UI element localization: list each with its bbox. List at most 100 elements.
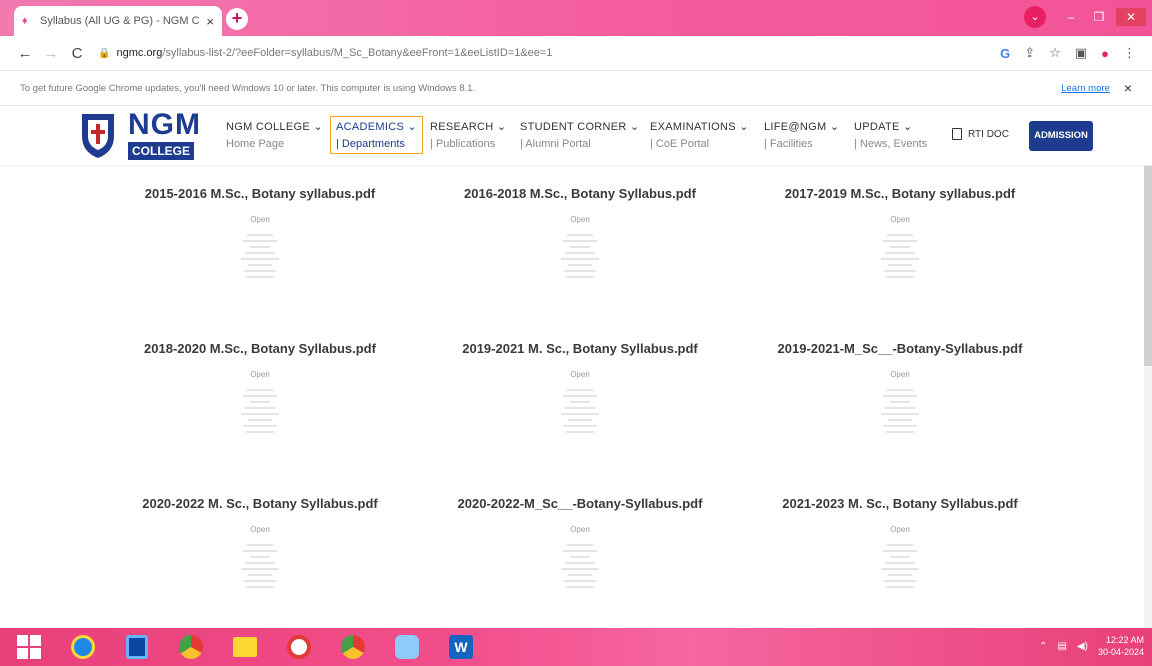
open-file-link[interactable]: Open bbox=[890, 370, 910, 379]
network-icon[interactable]: ▤ bbox=[1057, 641, 1066, 652]
open-file-link[interactable]: Open bbox=[250, 215, 270, 224]
bookmark-star-icon[interactable]: ☆ bbox=[1049, 45, 1061, 61]
clock-time: 12:22 AM bbox=[1105, 635, 1144, 645]
chevron-down-icon: ⌄ bbox=[829, 121, 840, 133]
close-window-icon[interactable]: ✕ bbox=[1116, 8, 1146, 26]
pdf-preview-thumbnail[interactable] bbox=[240, 389, 280, 449]
nav-academics[interactable]: ACADEMICS ⌄ | Departments bbox=[330, 116, 423, 154]
browser-tab[interactable]: ♦ Syllabus (All UG & PG) - NGM C × bbox=[14, 6, 222, 36]
college-crest-icon[interactable] bbox=[76, 110, 120, 160]
nav-research[interactable]: RESEARCH ⌄ | Publications bbox=[430, 120, 506, 150]
document-icon bbox=[952, 128, 962, 140]
file-grid: 2015-2016 M.Sc., Botany syllabus.pdf Open… bbox=[100, 166, 1060, 628]
nav-student-corner[interactable]: STUDENT CORNER ⌄ | Alumni Portal bbox=[520, 120, 640, 150]
file-name[interactable]: 2018-2020 M.Sc., Botany Syllabus.pdf bbox=[144, 341, 376, 356]
logo-college-badge[interactable]: COLLEGE bbox=[128, 142, 194, 160]
taskbar-clock[interactable]: 12:22 AM 30-04-2024 bbox=[1098, 634, 1144, 658]
pdf-preview-thumbnail[interactable] bbox=[560, 234, 600, 294]
pdf-preview-thumbnail[interactable] bbox=[560, 544, 600, 604]
file-name[interactable]: 2019-2021-M_Sc__-Botany-Syllabus.pdf bbox=[778, 341, 1023, 356]
volume-icon[interactable]: ◀) bbox=[1077, 641, 1088, 652]
pdf-preview-thumbnail[interactable] bbox=[880, 234, 920, 294]
taskbar-chrome[interactable] bbox=[176, 632, 206, 662]
chevron-down-icon: ⌄ bbox=[313, 121, 323, 133]
file-name[interactable]: 2020-2022 M. Sc., Botany Syllabus.pdf bbox=[142, 496, 378, 511]
forward-button[interactable]: → bbox=[38, 45, 64, 62]
nav-research-sub[interactable]: | Publications bbox=[430, 138, 506, 150]
pdf-preview-thumbnail[interactable] bbox=[240, 234, 280, 294]
nav-ngm-college[interactable]: NGM COLLEGE ⌄ Home Page bbox=[226, 120, 323, 150]
pdf-preview-thumbnail[interactable] bbox=[880, 389, 920, 449]
taskbar-paint[interactable] bbox=[392, 632, 422, 662]
word-icon: W bbox=[449, 635, 473, 659]
pdf-preview-thumbnail[interactable] bbox=[240, 544, 280, 604]
file-name[interactable]: 2017-2019 M.Sc., Botany syllabus.pdf bbox=[785, 186, 1015, 201]
url-field[interactable]: 🔒 ngmc.org /syllabus-list-2/?eeFolder=sy… bbox=[98, 47, 1000, 59]
windows-logo-icon bbox=[17, 635, 41, 659]
minimize-icon[interactable]: – bbox=[1060, 8, 1082, 26]
side-panel-icon[interactable]: ▣ bbox=[1075, 45, 1087, 61]
pdf-preview-thumbnail[interactable] bbox=[560, 389, 600, 449]
open-file-link[interactable]: Open bbox=[570, 370, 590, 379]
taskbar-internet-explorer[interactable] bbox=[68, 632, 98, 662]
open-file-link[interactable]: Open bbox=[250, 370, 270, 379]
nav-update-sub[interactable]: | News, Events bbox=[854, 138, 927, 150]
chevron-down-icon: ⌄ bbox=[630, 121, 640, 133]
nav-update[interactable]: UPDATE ⌄ | News, Events bbox=[854, 120, 927, 150]
file-name[interactable]: 2015-2016 M.Sc., Botany syllabus.pdf bbox=[145, 186, 375, 201]
open-file-link[interactable]: Open bbox=[890, 525, 910, 534]
reload-button[interactable]: C bbox=[64, 45, 90, 62]
taskbar-opera[interactable] bbox=[284, 632, 314, 662]
system-tray: ⌃ ▤ ◀) 12:22 AM 30-04-2024 bbox=[1039, 634, 1144, 658]
taskbar-media-player[interactable] bbox=[122, 632, 152, 662]
url-host: ngmc.org bbox=[116, 47, 163, 59]
lock-icon[interactable]: 🔒 bbox=[98, 48, 110, 59]
learn-more-link[interactable]: Learn more bbox=[1061, 83, 1110, 94]
infobar-close-icon[interactable]: × bbox=[1124, 80, 1132, 96]
chrome-icon bbox=[341, 635, 365, 659]
chrome-update-infobar: To get future Google Chrome updates, you… bbox=[0, 70, 1152, 106]
file-name[interactable]: 2021-2023 M. Sc., Botany Syllabus.pdf bbox=[782, 496, 1018, 511]
google-translate-icon[interactable]: G bbox=[1000, 46, 1010, 61]
chrome-menu-icon[interactable]: ⋮ bbox=[1123, 45, 1136, 61]
tray-expand-icon[interactable]: ⌃ bbox=[1039, 641, 1047, 652]
profile-icon[interactable]: ● bbox=[1101, 46, 1109, 61]
tab-title: Syllabus (All UG & PG) - NGM C bbox=[40, 15, 200, 27]
clock-date: 30-04-2024 bbox=[1097, 647, 1144, 657]
pdf-preview-thumbnail[interactable] bbox=[880, 544, 920, 604]
open-file-link[interactable]: Open bbox=[570, 215, 590, 224]
nav-examinations[interactable]: EXAMINATIONS ⌄ | CoE Portal bbox=[650, 120, 749, 150]
logo-ngm-text[interactable]: NGM bbox=[128, 110, 201, 140]
file-name[interactable]: 2020-2022-M_Sc__-Botany-Syllabus.pdf bbox=[458, 496, 703, 511]
tab-search-icon[interactable]: ⌄ bbox=[1024, 6, 1046, 28]
tab-close-icon[interactable]: × bbox=[206, 14, 214, 29]
open-file-link[interactable]: Open bbox=[890, 215, 910, 224]
folder-icon bbox=[233, 637, 257, 657]
taskbar-file-explorer[interactable] bbox=[230, 632, 260, 662]
nav-life-at-ngm[interactable]: LIFE@NGM ⌄ | Facilities bbox=[764, 120, 839, 150]
new-tab-button[interactable]: + bbox=[226, 8, 248, 30]
nav-academics-sub[interactable]: | Departments bbox=[336, 138, 417, 150]
nav-examinations-sub[interactable]: | CoE Portal bbox=[650, 138, 749, 150]
nav-research-label: RESEARCH bbox=[430, 121, 494, 133]
taskbar-word[interactable]: W bbox=[446, 632, 476, 662]
nav-update-label: UPDATE bbox=[854, 121, 900, 133]
file-name[interactable]: 2019-2021 M. Sc., Botany Syllabus.pdf bbox=[462, 341, 698, 356]
rti-doc-link[interactable]: RTI DOC bbox=[952, 128, 1009, 140]
open-file-link[interactable]: Open bbox=[570, 525, 590, 534]
nav-student-corner-sub[interactable]: | Alumni Portal bbox=[520, 138, 640, 150]
back-button[interactable]: ← bbox=[12, 45, 38, 62]
nav-academics-label: ACADEMICS bbox=[336, 121, 405, 133]
open-file-link[interactable]: Open bbox=[250, 525, 270, 534]
windows-taskbar: W ⌃ ▤ ◀) 12:22 AM 30-04-2024 bbox=[0, 628, 1152, 666]
restore-icon[interactable]: ❐ bbox=[1088, 8, 1110, 26]
admission-button[interactable]: ADMISSION bbox=[1029, 121, 1093, 151]
scrollbar-thumb[interactable] bbox=[1144, 166, 1152, 366]
taskbar-chrome-2[interactable] bbox=[338, 632, 368, 662]
file-name[interactable]: 2016-2018 M.Sc., Botany Syllabus.pdf bbox=[464, 186, 696, 201]
share-icon[interactable]: ⇪ bbox=[1024, 45, 1035, 61]
nav-life-at-ngm-sub[interactable]: | Facilities bbox=[764, 138, 839, 150]
chrome-icon bbox=[179, 635, 203, 659]
nav-ngm-college-sub[interactable]: Home Page bbox=[226, 138, 323, 150]
windows-start-button[interactable] bbox=[14, 632, 44, 662]
